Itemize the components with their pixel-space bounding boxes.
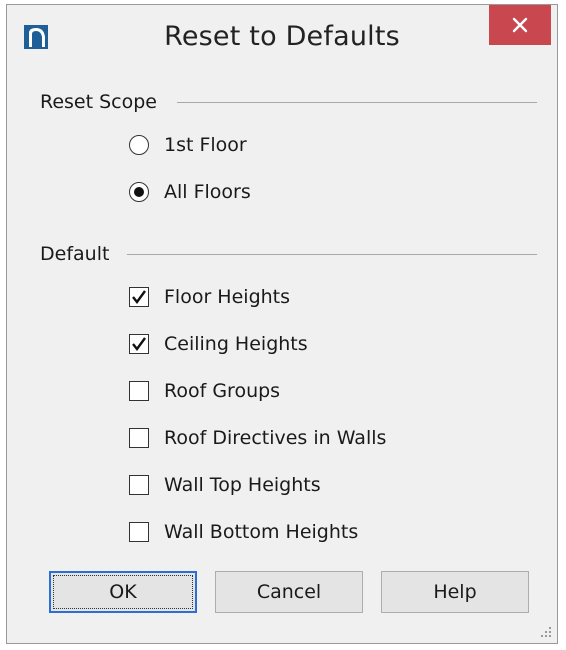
checkbox-wall-top-heights[interactable]: Wall Top Heights [129,474,321,496]
reset-scope-label: Reset Scope [40,91,157,113]
checkbox[interactable] [129,522,149,542]
title-bar: Reset to Defaults [7,5,557,67]
radio-label-all-floors: All Floors [164,181,251,203]
checkbox-ceiling-heights[interactable]: Ceiling Heights [129,333,308,355]
default-group-label: Default [40,243,110,265]
checkbox[interactable] [129,475,149,495]
focus-rectangle [53,575,193,609]
checkbox-floor-heights[interactable]: Floor Heights [129,286,290,308]
cancel-button-label: Cancel [256,581,322,603]
default-group-divider [127,254,537,255]
checkmark-icon [132,337,146,351]
checkbox-label-floor-heights: Floor Heights [164,286,291,308]
radio-button-selected[interactable] [129,182,149,202]
help-button[interactable]: Help [381,571,529,613]
checkbox-label-wall-bottom-heights: Wall Bottom Heights [164,521,359,543]
radio-all-floors[interactable]: All Floors [129,181,251,203]
radio-1st-floor[interactable]: 1st Floor [129,134,247,156]
checkbox[interactable] [129,381,149,401]
radio-button[interactable] [129,135,149,155]
checkbox-label-wall-top-heights: Wall Top Heights [164,474,321,496]
close-button[interactable] [489,5,551,45]
radio-label-1st-floor: 1st Floor [164,134,247,156]
reset-scope-divider [177,102,537,103]
close-icon [512,17,528,33]
checkbox-roof-groups[interactable]: Roof Groups [129,380,280,402]
ok-button[interactable]: OK [49,571,197,613]
checkbox-label-ceiling-heights: Ceiling Heights [164,333,308,355]
checkbox-label-roof-directives: Roof Directives in Walls [164,427,387,449]
checkmark-icon [132,290,146,304]
checkbox-roof-directives-in-walls[interactable]: Roof Directives in Walls [129,427,386,449]
checkbox-wall-bottom-heights[interactable]: Wall Bottom Heights [129,521,358,543]
dialog-title: Reset to Defaults [164,21,400,52]
checkbox-label-roof-groups: Roof Groups [164,380,281,402]
resize-grip-icon[interactable] [538,624,552,638]
cancel-button[interactable]: Cancel [215,571,363,613]
help-button-label: Help [433,581,477,603]
checkbox[interactable] [129,334,149,354]
reset-to-defaults-dialog: Reset to Defaults Reset Scope 1st Floor … [6,4,558,644]
checkbox[interactable] [129,287,149,307]
checkbox[interactable] [129,428,149,448]
